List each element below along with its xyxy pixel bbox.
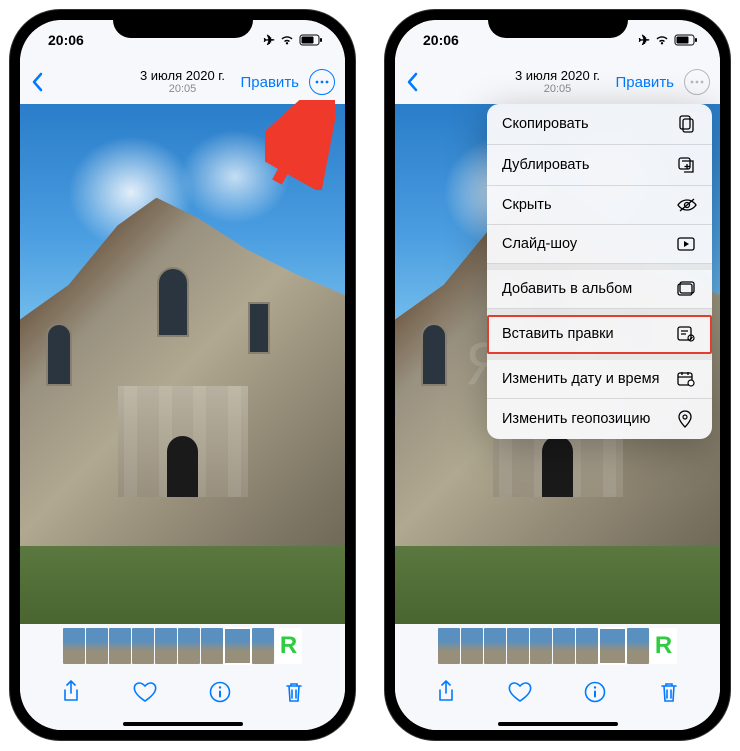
back-button[interactable] — [30, 72, 60, 92]
wifi-icon — [279, 34, 295, 46]
favorite-button[interactable] — [132, 679, 158, 705]
menu-label: Изменить геопозицию — [502, 411, 650, 427]
nav-title: 3 июля 2020 г. 20:05 — [515, 68, 600, 97]
copy-icon — [677, 115, 697, 133]
thumbnail[interactable] — [530, 628, 552, 664]
menu-label: Вставить правки — [502, 326, 614, 342]
hide-icon — [677, 198, 697, 212]
share-button[interactable] — [58, 679, 84, 705]
nav-bar: 3 июля 2020 г. 20:05 Править — [20, 60, 345, 104]
slideshow-icon — [677, 237, 697, 251]
status-indicators: ✈︎ — [263, 32, 323, 49]
menu-hide[interactable]: Скрыть — [487, 186, 712, 225]
nav-bar: 3 июля 2020 г. 20:05 Править — [395, 60, 720, 104]
menu-label: Дублировать — [502, 157, 589, 173]
thumbnail-selected[interactable] — [224, 628, 251, 664]
share-button[interactable] — [433, 679, 459, 705]
thumbnail[interactable] — [252, 628, 274, 664]
thumbnail[interactable] — [178, 628, 200, 664]
photo-date: 3 июля 2020 г. — [515, 68, 600, 84]
menu-add-to-album[interactable]: Добавить в альбом — [487, 270, 712, 309]
status-indicators: ✈︎ — [638, 32, 698, 49]
thumbnail[interactable] — [553, 628, 575, 664]
paste-edits-icon — [677, 326, 697, 342]
home-indicator[interactable] — [20, 718, 345, 730]
notch — [113, 10, 253, 38]
home-indicator[interactable] — [395, 718, 720, 730]
menu-label: Скрыть — [502, 197, 552, 213]
menu-change-location[interactable]: Изменить геопозицию — [487, 399, 712, 439]
thumbnail[interactable] — [627, 628, 649, 664]
phone-left: 20:06 ✈︎ 3 июля 2020 г. 20:05 Править — [10, 10, 355, 740]
photo-date: 3 июля 2020 г. — [140, 68, 225, 84]
more-button[interactable] — [309, 69, 335, 95]
phone-right: 20:06 ✈︎ 3 июля 2020 г. 20:05 Править — [385, 10, 730, 740]
screen: 20:06 ✈︎ 3 июля 2020 г. 20:05 Править — [20, 20, 345, 730]
favorite-button[interactable] — [507, 679, 533, 705]
thumbnail[interactable] — [461, 628, 483, 664]
bottom-toolbar — [395, 668, 720, 718]
menu-label: Добавить в альбом — [502, 281, 632, 297]
location-icon — [677, 410, 697, 428]
thumbnail[interactable] — [86, 628, 108, 664]
thumbnail[interactable] — [484, 628, 506, 664]
menu-label: Изменить дату и время — [502, 371, 660, 387]
thumbnail[interactable] — [201, 628, 223, 664]
menu-duplicate[interactable]: Дублировать — [487, 145, 712, 186]
thumbnail[interactable] — [507, 628, 529, 664]
thumbnail-logo[interactable]: Я — [650, 628, 677, 664]
bottom-toolbar — [20, 668, 345, 718]
context-menu: Скопировать Дублировать Скрыть Слайд-шоу… — [487, 104, 712, 439]
back-button[interactable] — [405, 72, 435, 92]
menu-slideshow[interactable]: Слайд-шоу — [487, 225, 712, 264]
thumbnail-strip[interactable]: Я — [395, 624, 720, 668]
calendar-icon — [677, 371, 697, 387]
thumbnail[interactable] — [438, 628, 460, 664]
thumbnail-selected[interactable] — [599, 628, 626, 664]
airplane-icon: ✈︎ — [263, 32, 275, 49]
delete-button[interactable] — [656, 679, 682, 705]
battery-icon — [674, 34, 698, 46]
menu-change-datetime[interactable]: Изменить дату и время — [487, 360, 712, 399]
thumbnail[interactable] — [155, 628, 177, 664]
edit-button[interactable]: Править — [241, 74, 300, 91]
thumbnail[interactable] — [576, 628, 598, 664]
photo-time: 20:05 — [515, 83, 600, 96]
info-button[interactable] — [582, 679, 608, 705]
menu-paste-edits[interactable]: Вставить правки — [487, 315, 712, 354]
thumbnail-strip[interactable]: Я — [20, 624, 345, 668]
thumbnail[interactable] — [109, 628, 131, 664]
menu-copy[interactable]: Скопировать — [487, 104, 712, 145]
wifi-icon — [654, 34, 670, 46]
menu-label: Слайд-шоу — [502, 236, 577, 252]
edit-button[interactable]: Править — [616, 74, 675, 91]
delete-button[interactable] — [281, 679, 307, 705]
album-icon — [677, 281, 697, 297]
status-time: 20:06 — [48, 32, 84, 48]
menu-label: Скопировать — [502, 116, 589, 132]
airplane-icon: ✈︎ — [638, 32, 650, 49]
notch — [488, 10, 628, 38]
photo-time: 20:05 — [140, 83, 225, 96]
thumbnail-logo[interactable]: Я — [275, 628, 302, 664]
duplicate-icon — [677, 156, 697, 174]
nav-title: 3 июля 2020 г. 20:05 — [140, 68, 225, 97]
info-button[interactable] — [207, 679, 233, 705]
photo-viewer[interactable] — [20, 104, 345, 624]
thumbnail[interactable] — [63, 628, 85, 664]
screen: 20:06 ✈︎ 3 июля 2020 г. 20:05 Править — [395, 20, 720, 730]
status-time: 20:06 — [423, 32, 459, 48]
more-button[interactable] — [684, 69, 710, 95]
battery-icon — [299, 34, 323, 46]
thumbnail[interactable] — [132, 628, 154, 664]
